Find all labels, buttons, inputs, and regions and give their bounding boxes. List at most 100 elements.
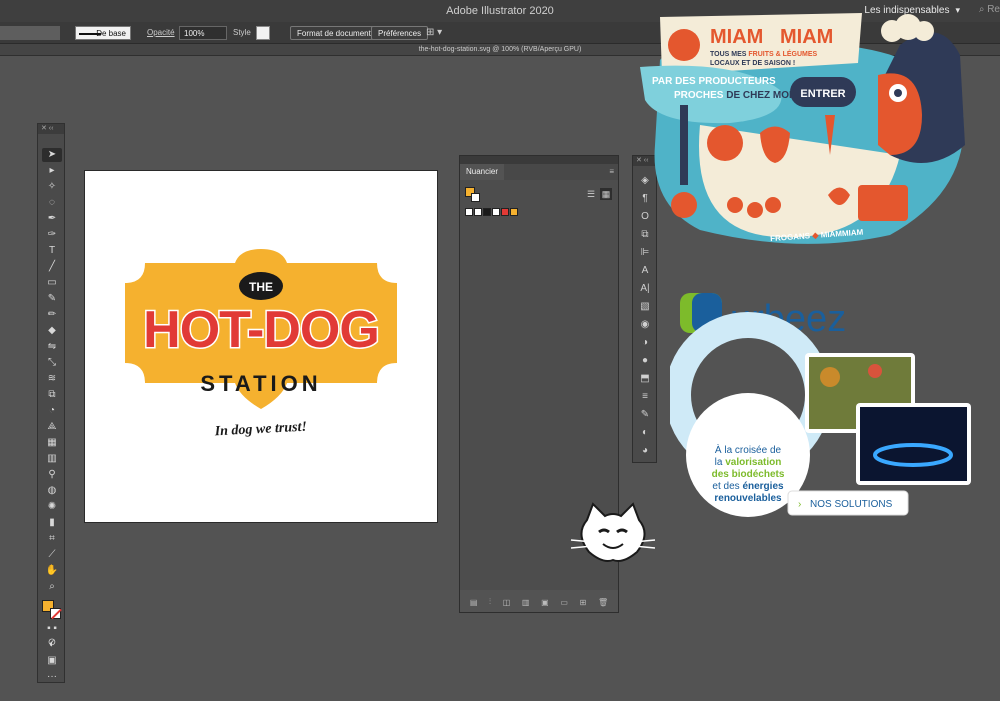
arrange-documents-icon[interactable]: ⊞ ▾ xyxy=(426,27,442,38)
miammiam-logo-a: MIAM xyxy=(710,26,763,48)
style-swatch[interactable] xyxy=(256,26,270,40)
style-label: Style xyxy=(233,28,251,37)
swatch-row xyxy=(465,208,518,216)
shape-builder-tool-icon[interactable]: ◔ xyxy=(42,404,62,418)
blend-tool-icon[interactable]: ◍ xyxy=(42,484,62,498)
color-icon[interactable]: ◕ xyxy=(637,444,653,458)
lasso-tool-icon[interactable]: ◌ xyxy=(42,196,62,210)
urbeez-text1: À la croisée de xyxy=(715,443,782,456)
our-solutions-label[interactable]: NOS SOLUTIONS xyxy=(810,499,893,510)
swatch-options-icon[interactable]: ▥ xyxy=(522,598,530,607)
new-swatch-icon[interactable]: ⊞ xyxy=(580,598,587,607)
miammiam-line2: PROCHES DE CHEZ MOI xyxy=(674,90,792,101)
miammiam-tag1-highlight: FRUITS & LÉGUMES xyxy=(748,49,817,58)
enter-button-label[interactable]: ENTRER xyxy=(800,88,845,100)
magic-wand-tool-icon[interactable]: ✧ xyxy=(42,180,62,194)
brushes-icon[interactable]: ✎ xyxy=(637,408,653,422)
miammiam-tag2: LOCAUX ET DE SAISON ! xyxy=(710,60,795,67)
urbeez-text4-highlight: énergies xyxy=(742,481,784,492)
none-swatch[interactable] xyxy=(465,208,473,216)
control-bar-overflow xyxy=(0,26,60,40)
swatch[interactable] xyxy=(474,208,482,216)
more-tools-icon[interactable]: ··· xyxy=(42,670,62,684)
eyedropper-tool-icon[interactable]: ⚲ xyxy=(42,468,62,482)
gradient-tool-icon[interactable]: ▥ xyxy=(42,452,62,466)
urbeez-text2: la valorisation xyxy=(715,457,782,468)
urbeez-text2-a: la xyxy=(715,457,726,468)
artboard-tool-icon[interactable]: ⌗ xyxy=(42,532,62,546)
mesh-tool-icon[interactable]: ▦ xyxy=(42,436,62,450)
chevron-right-icon: › xyxy=(798,499,801,510)
character-styles-icon[interactable]: A| xyxy=(637,282,653,296)
miammiam-tag1: TOUS MES FRUITS & LÉGUMES xyxy=(710,49,818,58)
rectangle-tool-icon[interactable]: ▭ xyxy=(42,276,62,290)
color-guide-icon[interactable]: ◉ xyxy=(637,318,653,332)
appearance-icon[interactable]: ◑ xyxy=(637,336,653,350)
draw-mode-icon[interactable]: ◐ xyxy=(42,638,62,652)
stroke-profile-select[interactable]: De base xyxy=(75,26,131,40)
logo-the-text: THE xyxy=(249,280,273,294)
column-graph-tool-icon[interactable]: ▮ xyxy=(42,516,62,530)
swatch[interactable] xyxy=(501,208,509,216)
paintbrush-tool-icon[interactable]: ✎ xyxy=(42,292,62,306)
screen-mode-icon[interactable]: ▣ xyxy=(42,654,62,668)
swatch-libraries-icon[interactable]: ▤ xyxy=(470,598,478,607)
preferences-button[interactable]: Préférences xyxy=(371,26,429,40)
swatch[interactable] xyxy=(510,208,518,216)
gradient-icon[interactable]: ▧ xyxy=(637,300,653,314)
active-stroke-swatch[interactable] xyxy=(471,193,480,202)
document-format-button[interactable]: Format de document xyxy=(290,26,378,40)
graphic-styles-icon[interactable]: ● xyxy=(637,354,653,368)
swatch[interactable] xyxy=(483,208,491,216)
tools-panel: ✕ ‹‹ ➤ ▸ ✧ ◌ ✒ ✑ T ╱ ▭ ✎ ✏ ◆ ⇋ ⤡ ≋ ⧉ ◔ ⟁… xyxy=(37,123,65,683)
perspective-grid-tool-icon[interactable]: ⟁ xyxy=(42,420,62,434)
reflect-tool-icon[interactable]: ⇋ xyxy=(42,340,62,354)
swatches-panel-header[interactable] xyxy=(460,156,618,164)
tab-swatches[interactable]: Nuancier xyxy=(460,164,505,180)
hand-tool-icon[interactable]: ✋ xyxy=(42,564,62,578)
curvature-tool-icon[interactable]: ✑ xyxy=(42,228,62,242)
color-mode-icons[interactable]: ▪ ▪ ⊘ xyxy=(42,622,62,648)
stroke-profile-value: De base xyxy=(96,29,126,38)
swatches-bottom-toolbar: ▤ ⫶ ◫ ▥ ▣ ▭ ⊞ 🗑 xyxy=(460,594,618,610)
color-group-icon[interactable]: ▣ xyxy=(541,598,549,607)
symbols-icon[interactable]: ⬒ xyxy=(637,372,653,386)
zoom-tool-icon[interactable]: ⌕ xyxy=(42,580,62,594)
logo-slogan-text: In dog we trust! xyxy=(213,420,307,440)
swatch[interactable] xyxy=(492,208,500,216)
width-tool-icon[interactable]: ≋ xyxy=(42,372,62,386)
stroke-color-swatch[interactable] xyxy=(50,608,61,619)
new-group-icon[interactable]: ▭ xyxy=(560,598,568,607)
opacity-input[interactable]: 100% xyxy=(179,26,227,40)
slice-tool-icon[interactable]: ⟋ xyxy=(42,548,62,562)
direct-selection-tool-icon[interactable]: ▸ xyxy=(42,164,62,178)
opacity-label[interactable]: Opacité xyxy=(147,28,175,37)
scale-tool-icon[interactable]: ⤡ xyxy=(42,356,62,370)
free-transform-tool-icon[interactable]: ⧉ xyxy=(42,388,62,402)
miammiam-illustration: MIAM MIAM TOUS MES FRUITS & LÉGUMES LOCA… xyxy=(640,13,965,244)
delete-swatch-icon[interactable]: 🗑 xyxy=(598,598,608,607)
radish-icon-2 xyxy=(747,202,763,218)
stroke-icon[interactable]: ≡ xyxy=(637,390,653,404)
symbol-sprayer-tool-icon[interactable]: ✺ xyxy=(42,500,62,514)
cloud-icon-part-2 xyxy=(914,21,934,41)
search-field[interactable]: ⌕ Re xyxy=(979,4,1000,15)
panel-menu-icon[interactable]: ≡ xyxy=(609,167,614,176)
pen-tool-icon[interactable]: ✒ xyxy=(42,212,62,226)
type-tool-icon[interactable]: T xyxy=(42,244,62,258)
transparency-icon[interactable]: ◐ xyxy=(637,426,653,440)
basket-icon xyxy=(858,185,908,221)
cat-sticker xyxy=(570,502,656,562)
selection-tool-icon[interactable]: ➤ xyxy=(42,148,62,162)
list-view-icon[interactable]: ☰ xyxy=(585,188,597,200)
pencil-tool-icon[interactable]: ✏ xyxy=(42,308,62,322)
artboard[interactable]: THE HOT-DOG STATION In dog we trust! xyxy=(84,170,438,523)
eraser-tool-icon[interactable]: ◆ xyxy=(42,324,62,338)
tools-panel-header[interactable]: ✕ ‹‹ xyxy=(38,124,64,134)
radish-icon xyxy=(727,197,743,213)
line-tool-icon[interactable]: ╱ xyxy=(42,260,62,274)
grid-view-icon[interactable]: ▦ xyxy=(600,188,612,200)
swatch-kind-icon[interactable]: ⫶ xyxy=(489,597,491,607)
show-kind-icon[interactable]: ◫ xyxy=(503,598,511,607)
character-icon[interactable]: A xyxy=(637,264,653,278)
